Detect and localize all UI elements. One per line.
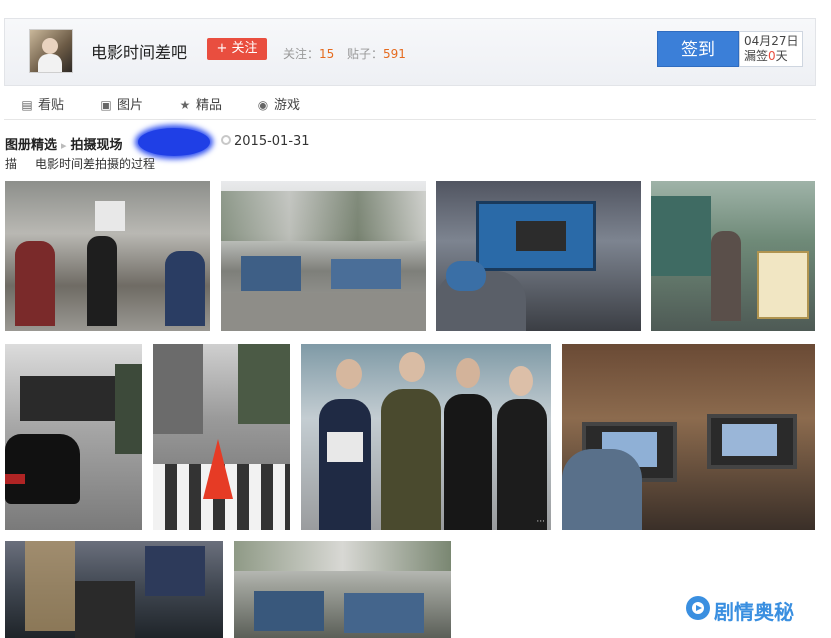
forum-avatar[interactable]: [29, 29, 73, 73]
site-watermark: 剧情奥秘: [686, 594, 826, 624]
photo-black-car[interactable]: [5, 344, 142, 530]
breadcrumb-album[interactable]: 图册精选: [5, 138, 57, 153]
forum-header: 电影时间差吧 + 关注 关注：15 贴子：591 签到 04月27日 漏签0天: [4, 18, 816, 86]
photo-monitor-cart[interactable]: [436, 181, 641, 331]
album-date: 2015-01-31: [234, 134, 310, 149]
follow-button[interactable]: + 关注: [207, 38, 267, 60]
album-description: 描电影时间差拍摄的过程: [5, 157, 156, 171]
photo-night-street[interactable]: [5, 541, 223, 638]
breadcrumb-category[interactable]: 拍摄现场: [71, 138, 123, 153]
photo-equipment-carts[interactable]: [221, 181, 426, 331]
tab-games[interactable]: ◉ 游戏: [256, 94, 300, 113]
redaction-blob: [138, 128, 210, 156]
photo-cast-group[interactable]: ···: [301, 344, 551, 530]
document-icon: ▤: [21, 98, 33, 112]
gamepad-icon: ◉: [257, 98, 269, 112]
image-icon: ▣: [100, 98, 112, 112]
posts-count: 591: [383, 47, 406, 61]
photo-crosswalk-cone[interactable]: [153, 344, 290, 530]
tab-featured[interactable]: ★ 精品: [178, 94, 222, 113]
photo-crew-carts-2[interactable]: [234, 541, 451, 638]
sign-date: 04月27日: [744, 34, 799, 48]
sign-date-box: 04月27日 漏签0天: [739, 31, 803, 67]
breadcrumb: 图册精选 ▸ 拍摄现场: [5, 134, 123, 153]
clock-icon: [221, 135, 231, 145]
photo-monitors-indoor[interactable]: [562, 344, 815, 530]
followers-stat: 关注：15: [283, 47, 335, 61]
star-icon: ★: [179, 98, 191, 112]
tab-images[interactable]: ▣ 图片: [99, 94, 143, 113]
photo-street-crew[interactable]: [5, 181, 210, 331]
followers-count: 15: [319, 47, 335, 61]
forum-tabs: ▤ 看贴 ▣ 图片 ★ 精品 ◉ 游戏: [4, 86, 816, 120]
sign-in-button[interactable]: 签到: [657, 31, 739, 67]
posts-stat: 贴子：591: [347, 47, 406, 61]
photo-truck-sign[interactable]: [651, 181, 815, 331]
tab-posts[interactable]: ▤ 看贴: [20, 94, 64, 113]
play-logo-icon: [686, 596, 710, 620]
chevron-right-icon: ▸: [61, 139, 67, 152]
missed-days: 漏签0天: [744, 49, 788, 63]
forum-name[interactable]: 电影时间差吧: [91, 39, 187, 63]
